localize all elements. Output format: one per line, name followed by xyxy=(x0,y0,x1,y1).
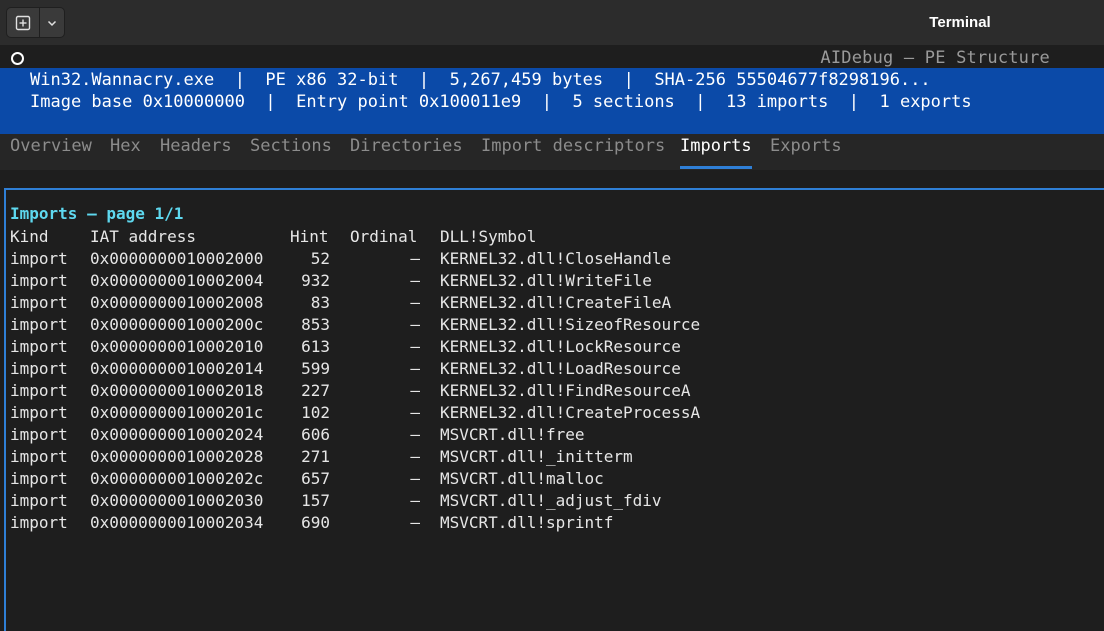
cell-hint: 932 xyxy=(301,271,330,290)
cell-kind: import xyxy=(10,403,68,422)
cell-dll-symbol: KERNEL32.dll!CreateProcessA xyxy=(440,403,701,422)
cell-kind: import xyxy=(10,513,68,532)
cell-ordinal: — xyxy=(410,425,420,444)
cell-ordinal: — xyxy=(410,513,420,532)
cell-ordinal: — xyxy=(410,249,420,268)
cell-ordinal: — xyxy=(410,315,420,334)
cell-hint: 271 xyxy=(301,447,330,466)
file-info-bar: Win32.Wannacry.exe | PE x86 32-bit | 5,2… xyxy=(0,68,1104,134)
cell-iat-address: 0x0000000010002018 xyxy=(90,381,264,400)
cell-ordinal: — xyxy=(410,359,420,378)
chevron-down-icon xyxy=(47,20,57,26)
new-tab-icon xyxy=(15,15,31,30)
cell-kind: import xyxy=(10,381,68,400)
cell-hint: 227 xyxy=(301,381,330,400)
cell-iat-address: 0x000000001000201c xyxy=(90,403,264,422)
tab-imports[interactable]: Imports xyxy=(680,136,752,170)
cell-ordinal: — xyxy=(410,491,420,510)
cell-ordinal: — xyxy=(410,447,420,466)
cell-kind: import xyxy=(10,469,68,488)
column-header-kind: Kind xyxy=(10,227,49,246)
cell-dll-symbol: KERNEL32.dll!SizeofResource xyxy=(440,315,701,334)
cell-dll-symbol: KERNEL32.dll!LoadResource xyxy=(440,359,681,378)
cell-kind: import xyxy=(10,447,68,466)
cell-hint: 102 xyxy=(301,403,330,422)
cell-kind: import xyxy=(10,425,68,444)
cell-kind: import xyxy=(10,249,68,268)
cell-ordinal: — xyxy=(410,293,420,312)
cell-dll-symbol: KERNEL32.dll!WriteFile xyxy=(440,271,652,290)
cell-iat-address: 0x0000000010002014 xyxy=(90,359,264,378)
cell-dll-symbol: MSVCRT.dll!free xyxy=(440,425,585,444)
cell-iat-address: 0x0000000010002034 xyxy=(90,513,264,532)
app-title: AIDebug — PE Structure xyxy=(820,48,1050,68)
cell-hint: 690 xyxy=(301,513,330,532)
file-details-line: Image base 0x10000000 | Entry point 0x10… xyxy=(30,92,972,112)
cell-iat-address: 0x0000000010002010 xyxy=(90,337,264,356)
tab-bar: Overview Hex Headers Sections Directorie… xyxy=(0,134,1104,170)
cell-iat-address: 0x0000000010002000 xyxy=(90,249,264,268)
app-title-row: AIDebug — PE Structure xyxy=(0,45,1104,70)
cell-dll-symbol: MSVCRT.dll!_adjust_fdiv xyxy=(440,491,662,510)
cell-ordinal: — xyxy=(410,271,420,290)
cell-dll-symbol: KERNEL32.dll!CloseHandle xyxy=(440,249,672,268)
cell-iat-address: 0x0000000010002024 xyxy=(90,425,264,444)
cell-iat-address: 0x000000001000202c xyxy=(90,469,264,488)
cell-iat-address: 0x000000001000200c xyxy=(90,315,264,334)
cell-dll-symbol: MSVCRT.dll!sprintf xyxy=(440,513,614,532)
cell-iat-address: 0x0000000010002030 xyxy=(90,491,264,510)
cell-iat-address: 0x0000000010002004 xyxy=(90,271,264,290)
tab-exports[interactable]: Exports xyxy=(770,136,842,170)
cell-dll-symbol: MSVCRT.dll!malloc xyxy=(440,469,604,488)
cell-kind: import xyxy=(10,491,68,510)
cell-hint: 52 xyxy=(310,249,330,268)
tab-sections[interactable]: Sections xyxy=(250,136,332,170)
cell-kind: import xyxy=(10,315,68,334)
cell-ordinal: — xyxy=(410,381,420,400)
imports-heading: Imports — page 1/1 xyxy=(10,204,184,223)
new-tab-button[interactable] xyxy=(6,7,40,38)
window-title: Terminal xyxy=(929,14,991,31)
column-header-iat-address: IAT address xyxy=(90,227,196,246)
cell-hint: 606 xyxy=(301,425,330,444)
cell-hint: 157 xyxy=(301,491,330,510)
cell-hint: 599 xyxy=(301,359,330,378)
tab-headers[interactable]: Headers xyxy=(160,136,232,170)
circle-icon xyxy=(11,52,24,65)
cell-iat-address: 0x0000000010002028 xyxy=(90,447,264,466)
tab-hex[interactable]: Hex xyxy=(110,136,141,170)
cell-ordinal: — xyxy=(410,403,420,422)
tab-directories[interactable]: Directories xyxy=(350,136,463,170)
cell-kind: import xyxy=(10,337,68,356)
cell-iat-address: 0x0000000010002008 xyxy=(90,293,264,312)
cell-dll-symbol: KERNEL32.dll!LockResource xyxy=(440,337,681,356)
cell-kind: import xyxy=(10,271,68,290)
cell-ordinal: — xyxy=(410,469,420,488)
cell-dll-symbol: MSVCRT.dll!_initterm xyxy=(440,447,633,466)
cell-dll-symbol: KERNEL32.dll!FindResourceA xyxy=(440,381,691,400)
tab-menu-button[interactable] xyxy=(39,7,65,38)
tab-overview[interactable]: Overview xyxy=(10,136,92,170)
imports-panel: Imports — page 1/1 Kind IAT address Hint… xyxy=(4,188,1104,631)
column-header-hint: Hint xyxy=(290,227,329,246)
cell-dll-symbol: KERNEL32.dll!CreateFileA xyxy=(440,293,672,312)
cell-hint: 83 xyxy=(310,293,330,312)
cell-kind: import xyxy=(10,293,68,312)
cell-kind: import xyxy=(10,359,68,378)
terminal-titlebar: Terminal xyxy=(0,0,1104,45)
cell-ordinal: — xyxy=(410,337,420,356)
tab-import-descriptors[interactable]: Import descriptors xyxy=(481,136,665,170)
cell-hint: 853 xyxy=(301,315,330,334)
column-header-ordinal: Ordinal xyxy=(350,227,418,246)
column-header-dll-symbol: DLL!Symbol xyxy=(440,227,537,246)
cell-hint: 613 xyxy=(301,337,330,356)
file-summary-line: Win32.Wannacry.exe | PE x86 32-bit | 5,2… xyxy=(30,70,931,90)
cell-hint: 657 xyxy=(301,469,330,488)
